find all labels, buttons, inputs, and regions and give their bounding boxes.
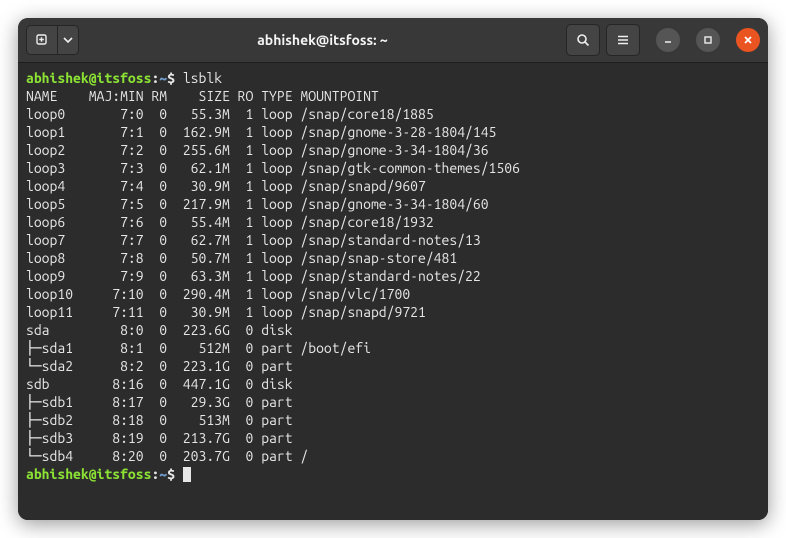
search-icon xyxy=(576,33,590,47)
lsblk-row: └─sdb4 8:20 0 203.7G 0 part / xyxy=(26,448,308,464)
lsblk-row: ├─sdb2 8:18 0 513M 0 part xyxy=(26,412,300,428)
minimize-button[interactable] xyxy=(656,28,680,52)
minimize-icon xyxy=(663,35,673,45)
prompt-dollar: $ xyxy=(167,70,183,86)
lsblk-row: loop9 7:9 0 63.3M 1 loop /snap/standard-… xyxy=(26,268,481,284)
lsblk-row: loop7 7:7 0 62.7M 1 loop /snap/standard-… xyxy=(26,232,481,248)
lsblk-row: ├─sdb1 8:17 0 29.3G 0 part xyxy=(26,394,300,410)
command-text: lsblk xyxy=(183,70,222,86)
lsblk-row: loop10 7:10 0 290.4M 1 loop /snap/vlc/17… xyxy=(26,286,410,302)
lsblk-row: loop5 7:5 0 217.9M 1 loop /snap/gnome-3-… xyxy=(26,196,489,212)
text-cursor xyxy=(183,467,191,482)
lsblk-row: loop11 7:11 0 30.9M 1 loop /snap/snapd/9… xyxy=(26,304,426,320)
prompt-path: ~ xyxy=(159,466,167,482)
new-tab-icon xyxy=(35,33,49,47)
lsblk-row: loop3 7:3 0 62.1M 1 loop /snap/gtk-commo… xyxy=(26,160,520,176)
prompt-userhost: abhishek@itsfoss xyxy=(26,466,151,482)
lsblk-row: loop6 7:6 0 55.4M 1 loop /snap/core18/19… xyxy=(26,214,434,230)
hamburger-menu-button[interactable] xyxy=(606,24,640,56)
terminal-output[interactable]: abhishek@itsfoss:~$ lsblk NAME MAJ:MIN R… xyxy=(18,63,768,520)
window-title: abhishek@itsfoss: ~ xyxy=(79,32,566,48)
close-icon xyxy=(743,35,753,45)
lsblk-row: loop0 7:0 0 55.3M 1 loop /snap/core18/18… xyxy=(26,106,434,122)
lsblk-row: loop1 7:1 0 162.9M 1 loop /snap/gnome-3-… xyxy=(26,124,496,140)
lsblk-row: loop2 7:2 0 255.6M 1 loop /snap/gnome-3-… xyxy=(26,142,489,158)
lsblk-row: ├─sdb3 8:19 0 213.7G 0 part xyxy=(26,430,300,446)
lsblk-row: └─sda2 8:2 0 223.1G 0 part xyxy=(26,358,300,374)
chevron-down-icon xyxy=(63,35,73,45)
new-tab-menu-button[interactable] xyxy=(57,25,79,55)
search-button[interactable] xyxy=(566,24,600,56)
lsblk-row: sdb 8:16 0 447.1G 0 disk xyxy=(26,376,300,392)
titlebar: abhishek@itsfoss: ~ xyxy=(18,18,768,63)
new-tab-split-button[interactable] xyxy=(26,25,79,55)
prompt-dollar: $ xyxy=(167,466,183,482)
lsblk-row: loop8 7:8 0 50.7M 1 loop /snap/snap-stor… xyxy=(26,250,457,266)
maximize-icon xyxy=(703,35,713,45)
prompt-userhost: abhishek@itsfoss xyxy=(26,70,151,86)
lsblk-row: sda 8:0 0 223.6G 0 disk xyxy=(26,322,300,338)
hamburger-icon xyxy=(616,33,630,47)
lsblk-row: ├─sda1 8:1 0 512M 0 part /boot/efi xyxy=(26,340,371,356)
close-button[interactable] xyxy=(736,28,760,52)
maximize-button[interactable] xyxy=(696,28,720,52)
new-tab-button[interactable] xyxy=(26,25,57,55)
lsblk-row: loop4 7:4 0 30.9M 1 loop /snap/snapd/960… xyxy=(26,178,426,194)
prompt-path: ~ xyxy=(159,70,167,86)
lsblk-header: NAME MAJ:MIN RM SIZE RO TYPE MOUNTPOINT xyxy=(26,88,379,104)
terminal-window: abhishek@itsfoss: ~ xyxy=(18,18,768,520)
